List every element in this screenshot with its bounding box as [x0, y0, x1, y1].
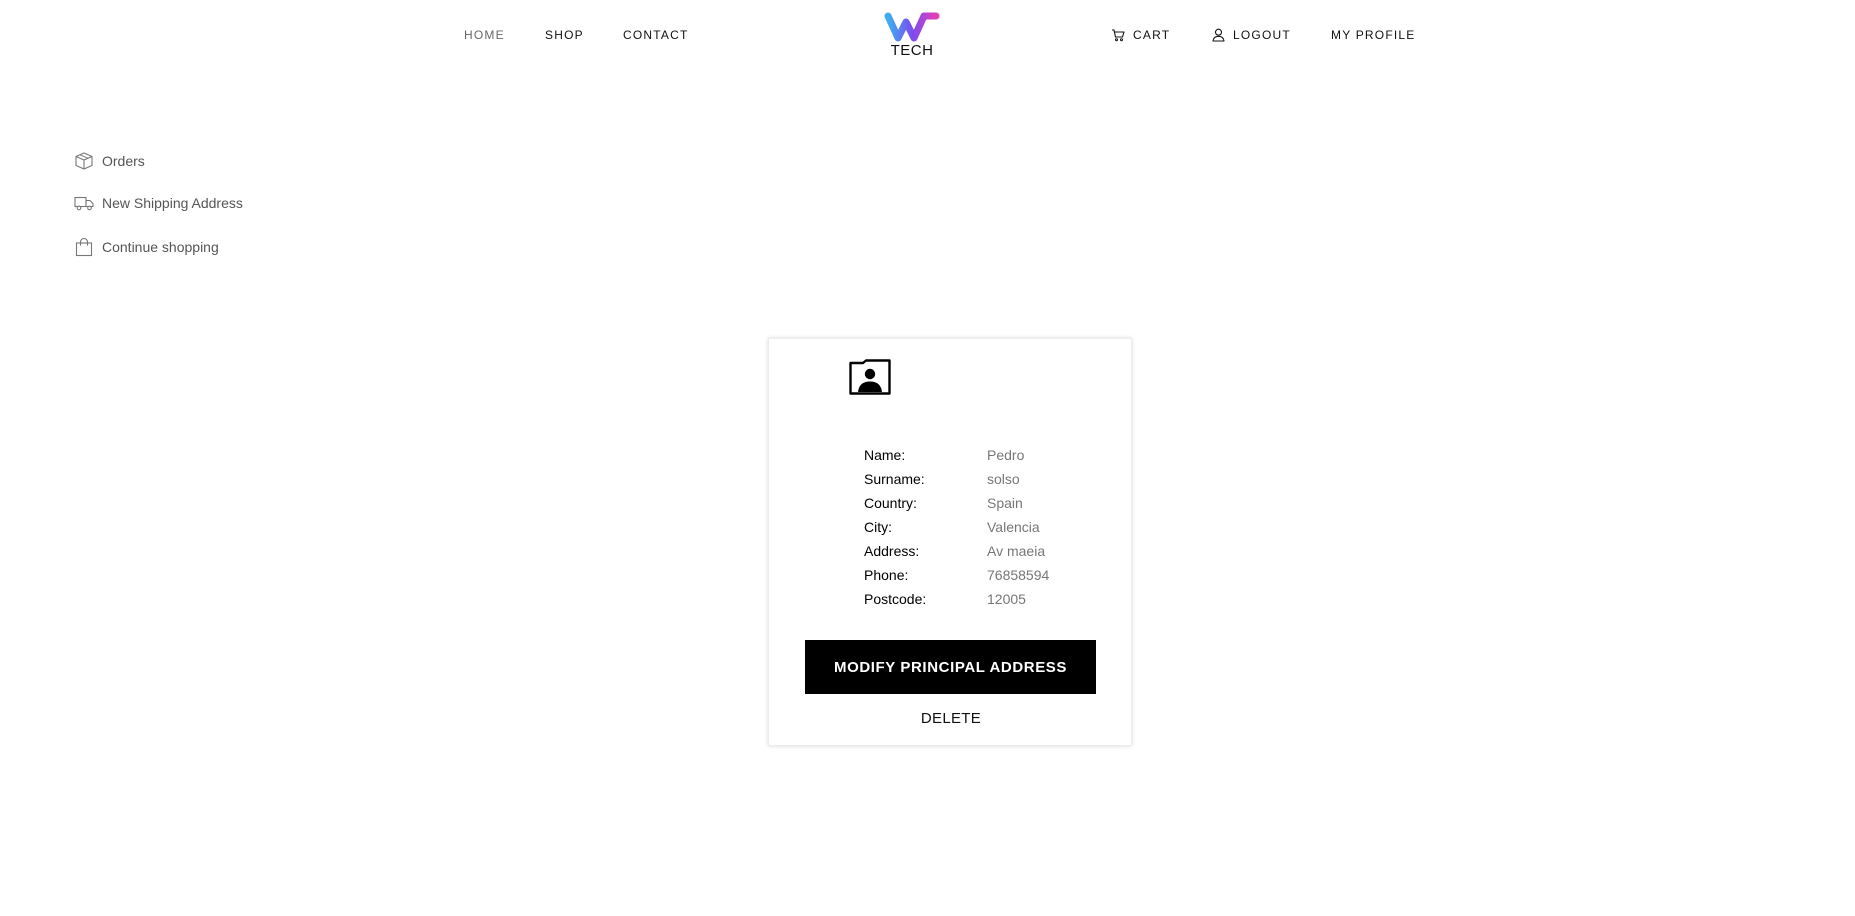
phone-value: 76858594	[987, 567, 1050, 583]
phone-label: Phone:	[864, 567, 909, 583]
address-row-phone: Phone: 76858594	[864, 563, 1049, 587]
nav-contact-link[interactable]: CONTACT	[623, 28, 689, 42]
sidebar-item-continue-shopping[interactable]: Continue shopping	[74, 237, 219, 257]
address-row-address: Address: Av maeia	[864, 539, 1049, 563]
postcode-value: 12005	[987, 591, 1026, 607]
nav-shop-link[interactable]: SHOP	[545, 28, 584, 42]
nav-my-profile-label: MY PROFILE	[1331, 28, 1416, 42]
page: HOME SHOP CONTACT TECH CART LOGOUT MY PR…	[0, 0, 1855, 916]
sidebar-item-label: Continue shopping	[102, 239, 219, 255]
address-row-surname: Surname: solso	[864, 467, 1049, 491]
city-value: Valencia	[987, 519, 1040, 535]
nav-logout-link[interactable]: LOGOUT	[1212, 28, 1291, 42]
name-value: Pedro	[987, 447, 1025, 463]
modify-principal-address-button[interactable]: MODIFY PRINCIPAL ADDRESS	[805, 640, 1096, 694]
truck-icon	[74, 196, 94, 211]
delete-address-button[interactable]: DELETE	[769, 709, 1133, 728]
sidebar-item-label: Orders	[102, 153, 145, 169]
nav-cart-label: CART	[1133, 28, 1171, 42]
principal-address-card: Name: Pedro Surname: solso Country: Spai…	[768, 338, 1132, 746]
nav-home-link[interactable]: HOME	[464, 28, 505, 42]
address-details: Name: Pedro Surname: solso Country: Spai…	[864, 443, 1049, 611]
address-label: Address:	[864, 543, 920, 559]
country-value: Spain	[987, 495, 1023, 511]
country-label: Country:	[864, 495, 917, 511]
contact-folder-icon	[849, 359, 891, 395]
cart-icon	[1112, 29, 1125, 42]
sidebar-item-new-shipping-address[interactable]: New Shipping Address	[74, 194, 243, 212]
city-label: City:	[864, 519, 892, 535]
nav-my-profile-link[interactable]: MY PROFILE	[1331, 28, 1415, 42]
shopping-bag-icon	[75, 237, 93, 257]
logo-w-icon	[884, 12, 940, 42]
address-row-country: Country: Spain	[864, 491, 1049, 515]
nav-cart-link[interactable]: CART	[1111, 28, 1170, 42]
sidebar-item-label: New Shipping Address	[102, 195, 243, 211]
box-icon	[75, 152, 93, 170]
address-value: Av maeia	[987, 543, 1046, 559]
brand-logo[interactable]: TECH	[884, 12, 940, 59]
address-row-postcode: Postcode: 12005	[864, 587, 1049, 611]
logo-text: TECH	[890, 42, 934, 59]
postcode-label: Postcode:	[864, 591, 927, 607]
user-icon	[1212, 28, 1225, 42]
address-row-city: City: Valencia	[864, 515, 1049, 539]
surname-value: solso	[987, 471, 1020, 487]
nav-logout-label: LOGOUT	[1233, 28, 1291, 42]
surname-label: Surname:	[864, 471, 925, 487]
address-row-name: Name: Pedro	[864, 443, 1049, 467]
sidebar-item-orders[interactable]: Orders	[74, 151, 145, 171]
name-label: Name:	[864, 447, 906, 463]
